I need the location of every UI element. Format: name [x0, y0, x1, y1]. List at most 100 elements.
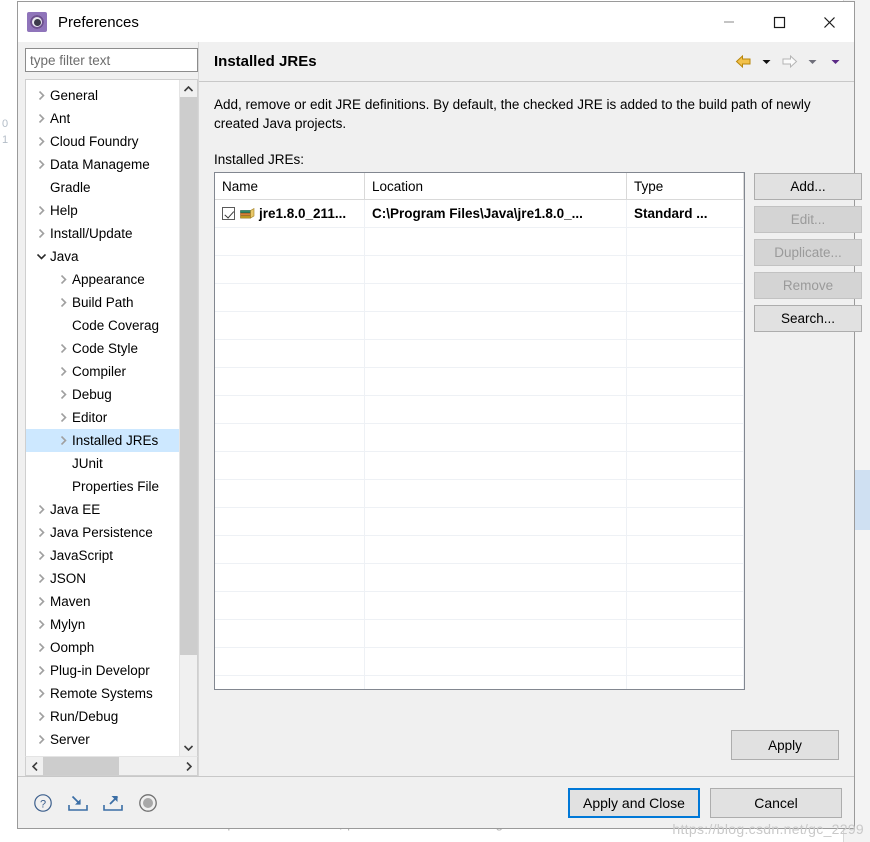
chevron-right-icon[interactable]: [32, 597, 50, 606]
table-row-empty[interactable]: [215, 396, 744, 424]
sidebar-item-oomph[interactable]: Oomph: [26, 636, 179, 659]
jre-name-cell[interactable]: jre1.8.0_211...: [215, 200, 365, 227]
sidebar-item-help[interactable]: Help: [26, 199, 179, 222]
sidebar-item-build-path[interactable]: Build Path: [26, 291, 179, 314]
sidebar-item-run-debug[interactable]: Run/Debug: [26, 705, 179, 728]
back-arrow-icon[interactable]: [733, 51, 754, 73]
jre-checkbox[interactable]: [222, 207, 235, 220]
table-row-empty[interactable]: [215, 508, 744, 536]
sidebar-item-junit[interactable]: JUnit: [26, 452, 179, 475]
back-dropdown-chevron-down-icon[interactable]: [756, 51, 777, 73]
chevron-right-icon[interactable]: [54, 413, 72, 422]
help-icon[interactable]: ?: [32, 792, 54, 814]
chevron-right-icon[interactable]: [32, 666, 50, 675]
export-icon[interactable]: [102, 792, 124, 814]
sidebar-item-installed-jres[interactable]: Installed JREs: [26, 429, 179, 452]
chevron-right-icon[interactable]: [32, 643, 50, 652]
chevron-right-icon[interactable]: [54, 436, 72, 445]
chevron-right-icon[interactable]: [32, 620, 50, 629]
chevron-right-icon[interactable]: [54, 275, 72, 284]
table-row-empty[interactable]: [215, 620, 744, 648]
sidebar-item-javascript[interactable]: JavaScript: [26, 544, 179, 567]
sidebar-item-properties-file[interactable]: Properties File: [26, 475, 179, 498]
tree-scroll-thumb[interactable]: [180, 97, 197, 655]
sidebar-item-java[interactable]: Java: [26, 245, 179, 268]
scroll-down-icon[interactable]: [180, 739, 197, 756]
apply-and-close-button[interactable]: Apply and Close: [568, 787, 700, 818]
sidebar-item-data-manageme[interactable]: Data Manageme: [26, 153, 179, 176]
table-row-empty[interactable]: [215, 676, 744, 689]
table-row-empty[interactable]: [215, 480, 744, 508]
close-button[interactable]: [804, 2, 854, 42]
chevron-right-icon[interactable]: [32, 91, 50, 100]
chevron-right-icon[interactable]: [32, 114, 50, 123]
chevron-right-icon[interactable]: [32, 505, 50, 514]
tree-hscroll-thumb[interactable]: [43, 757, 119, 775]
chevron-right-icon[interactable]: [32, 712, 50, 721]
sidebar-item-cloud-foundry[interactable]: Cloud Foundry: [26, 130, 179, 153]
jre-location-cell[interactable]: C:\Program Files\Java\jre1.8.0_...: [365, 200, 627, 227]
sidebar-item-mylyn[interactable]: Mylyn: [26, 613, 179, 636]
sidebar-item-editor[interactable]: Editor: [26, 406, 179, 429]
table-row-empty[interactable]: [215, 536, 744, 564]
chevron-right-icon[interactable]: [54, 390, 72, 399]
status-icon[interactable]: [137, 792, 159, 814]
sidebar-item-server[interactable]: Server: [26, 728, 179, 751]
table-row-empty[interactable]: [215, 564, 744, 592]
column-header-name[interactable]: Name: [215, 173, 365, 199]
chevron-right-icon[interactable]: [32, 551, 50, 560]
scroll-right-icon[interactable]: [180, 757, 197, 775]
column-header-location[interactable]: Location: [365, 173, 627, 199]
tree-horizontal-scrollbar[interactable]: [25, 756, 198, 776]
chevron-right-icon[interactable]: [32, 735, 50, 744]
table-row-empty[interactable]: [215, 340, 744, 368]
jre-type-cell[interactable]: Standard ...: [627, 200, 744, 227]
sidebar-item-java-persistence[interactable]: Java Persistence: [26, 521, 179, 544]
column-header-type[interactable]: Type: [627, 173, 744, 199]
chevron-right-icon[interactable]: [32, 528, 50, 537]
preference-tree[interactable]: General Ant Cloud Foundry Data Manageme Grad…: [26, 80, 179, 756]
filter-input[interactable]: [25, 48, 198, 72]
chevron-right-icon[interactable]: [32, 160, 50, 169]
minimize-button[interactable]: [704, 2, 754, 42]
sidebar-item-plug-in-developr[interactable]: Plug-in Developr: [26, 659, 179, 682]
tree-vertical-scrollbar[interactable]: [179, 80, 197, 756]
chevron-right-icon[interactable]: [32, 689, 50, 698]
table-row-empty[interactable]: [215, 648, 744, 676]
table-row-empty[interactable]: [215, 284, 744, 312]
table-row[interactable]: jre1.8.0_211... C:\Program Files\Java\jre…: [215, 200, 744, 228]
sidebar-item-compiler[interactable]: Compiler: [26, 360, 179, 383]
add-button[interactable]: Add...: [754, 173, 862, 200]
chevron-right-icon[interactable]: [54, 367, 72, 376]
sidebar-item-ant[interactable]: Ant: [26, 107, 179, 130]
chevron-right-icon[interactable]: [32, 574, 50, 583]
sidebar-item-remote-systems[interactable]: Remote Systems: [26, 682, 179, 705]
sidebar-item-json[interactable]: JSON: [26, 567, 179, 590]
chevron-right-icon[interactable]: [32, 137, 50, 146]
sidebar-item-code-style[interactable]: Code Style: [26, 337, 179, 360]
table-row-empty[interactable]: [215, 592, 744, 620]
sidebar-item-java-ee[interactable]: Java EE: [26, 498, 179, 521]
table-row-empty[interactable]: [215, 256, 744, 284]
import-icon[interactable]: [67, 792, 89, 814]
chevron-right-icon[interactable]: [54, 298, 72, 307]
sidebar-item-debug[interactable]: Debug: [26, 383, 179, 406]
page-menu-chevron-down-icon[interactable]: [825, 51, 846, 73]
scroll-left-icon[interactable]: [26, 757, 43, 775]
sidebar-item-appearance[interactable]: Appearance: [26, 268, 179, 291]
sidebar-item-install-update[interactable]: Install/Update: [26, 222, 179, 245]
apply-button[interactable]: Apply: [731, 730, 839, 760]
sidebar-item-general[interactable]: General: [26, 84, 179, 107]
table-row-empty[interactable]: [215, 368, 744, 396]
installed-jres-table[interactable]: Name Location Type jre1.8.0_211... C:\Progr…: [214, 172, 745, 690]
sidebar-item-code-coverag[interactable]: Code Coverag: [26, 314, 179, 337]
chevron-right-icon[interactable]: [54, 344, 72, 353]
chevron-right-icon[interactable]: [32, 229, 50, 238]
table-row-empty[interactable]: [215, 228, 744, 256]
table-row-empty[interactable]: [215, 424, 744, 452]
table-row-empty[interactable]: [215, 452, 744, 480]
maximize-button[interactable]: [754, 2, 804, 42]
chevron-right-icon[interactable]: [32, 206, 50, 215]
table-row-empty[interactable]: [215, 312, 744, 340]
table-body[interactable]: jre1.8.0_211... C:\Program Files\Java\jre…: [215, 200, 744, 689]
